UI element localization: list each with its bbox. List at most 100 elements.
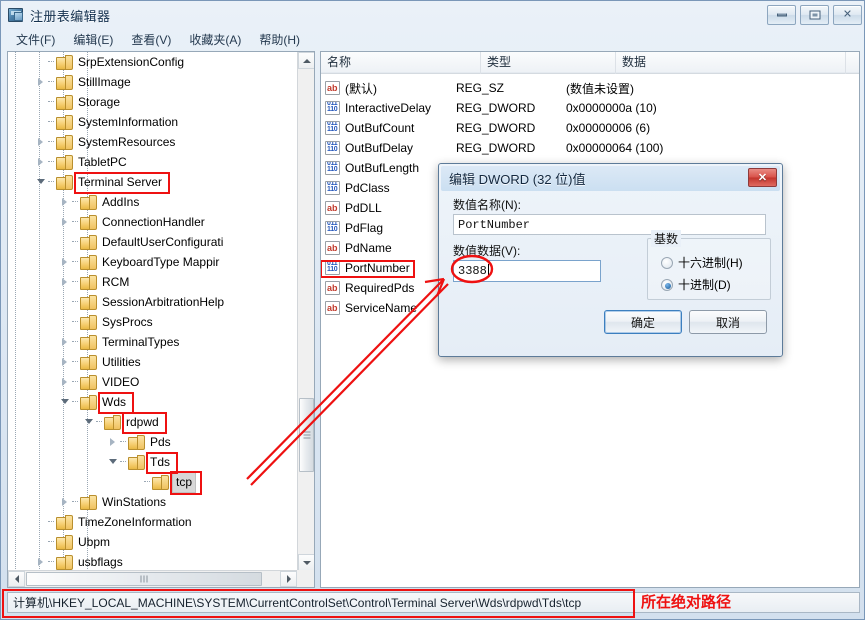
chevron-right-icon[interactable] — [34, 132, 48, 152]
tree-horizontal-scrollbar[interactable] — [8, 570, 297, 587]
registry-tree[interactable]: SrpExtensionConfig StillImage Storage Syste… — [8, 52, 297, 571]
tree-node-label: KeyboardType Mappir — [102, 255, 220, 269]
value-row[interactable]: InteractiveDelay REG_DWORD 0x0000000a (10) — [321, 98, 859, 118]
title-bar: 注册表编辑器 ✕ — [1, 1, 864, 29]
chevron-right-icon[interactable] — [34, 152, 48, 172]
folder-icon — [152, 475, 169, 490]
menu-favorites[interactable]: 收藏夹(A) — [180, 30, 250, 49]
menu-file[interactable]: 文件(F) — [7, 30, 64, 49]
chevron-right-icon[interactable] — [106, 432, 120, 452]
chevron-right-icon[interactable] — [58, 272, 72, 292]
tree-node-rcm[interactable]: RCM — [8, 272, 297, 292]
tree-node-terminaltypes[interactable]: TerminalTypes — [8, 332, 297, 352]
chevron-down-icon[interactable] — [58, 392, 72, 412]
minimize-button[interactable] — [767, 5, 796, 25]
chevron-right-icon[interactable] — [58, 332, 72, 352]
tree-node-pds[interactable]: Pds — [8, 432, 297, 452]
scroll-down-button[interactable] — [298, 554, 314, 571]
close-button[interactable]: ✕ — [833, 5, 862, 25]
folder-icon — [80, 375, 97, 390]
menu-edit[interactable]: 编辑(E) — [64, 30, 122, 49]
tree-node-tds[interactable]: Tds — [8, 452, 297, 472]
tree-node-sysprocs[interactable]: SysProcs — [8, 312, 297, 332]
chevron-right-icon[interactable] — [58, 252, 72, 272]
chevron-right-icon[interactable] — [58, 352, 72, 372]
folder-icon — [56, 555, 73, 570]
value-row[interactable]: (默认) REG_SZ (数值未设置) — [321, 78, 859, 98]
radio-hex-indicator — [661, 256, 673, 269]
tree-connector — [72, 392, 80, 412]
chevron-down-icon[interactable] — [106, 452, 120, 472]
status-bar: 计算机\HKEY_LOCAL_MACHINE\SYSTEM\CurrentCon… — [7, 592, 860, 613]
dialog-close-button[interactable]: ✕ — [748, 168, 777, 187]
tree-node-addins[interactable]: AddIns — [8, 192, 297, 212]
tree-node-usbflags[interactable]: usbflags — [8, 552, 297, 571]
tree-node-utilities[interactable]: Utilities — [8, 352, 297, 372]
chevron-right-icon[interactable] — [58, 492, 72, 512]
tree-node-terminal-server[interactable]: Terminal Server — [8, 172, 297, 192]
tree-node-defaultuserconfigurati[interactable]: DefaultUserConfigurati — [8, 232, 297, 252]
tree-node-srpextensionconfig[interactable]: SrpExtensionConfig — [8, 52, 297, 72]
radio-hexadecimal[interactable]: 十六进制(H) — [661, 254, 743, 271]
chevron-right-icon[interactable] — [58, 192, 72, 212]
tree-node-storage[interactable]: Storage — [8, 92, 297, 112]
tree-node-sessionarbitrationhelp[interactable]: SessionArbitrationHelp — [8, 292, 297, 312]
tree-connector — [72, 232, 80, 252]
radio-decimal-indicator — [661, 278, 673, 291]
tree-node-winstations[interactable]: WinStations — [8, 492, 297, 512]
column-header-name[interactable]: 名称 — [321, 52, 481, 74]
tree-node-rdpwd[interactable]: rdpwd — [8, 412, 297, 432]
chevron-right-icon[interactable] — [58, 372, 72, 392]
tree-node-video[interactable]: VIDEO — [8, 372, 297, 392]
tree-connector — [72, 272, 80, 292]
dword-value-icon — [325, 261, 340, 275]
tree-connector — [72, 212, 80, 232]
chevron-right-icon[interactable] — [34, 552, 48, 571]
column-header-data[interactable]: 数据 — [616, 52, 846, 74]
tree-node-stillimage[interactable]: StillImage — [8, 72, 297, 92]
tree-connector — [120, 452, 128, 472]
scroll-left-button[interactable] — [8, 571, 25, 587]
folder-icon — [80, 275, 97, 290]
scroll-right-button[interactable] — [280, 571, 297, 587]
value-data-field[interactable]: 3388 — [453, 260, 601, 282]
value-name: PdName — [345, 241, 392, 255]
scroll-up-button[interactable] — [298, 52, 314, 69]
tree-connector — [48, 92, 56, 112]
chevron-right-icon[interactable] — [58, 212, 72, 232]
tree-node-systeminformation[interactable]: SystemInformation — [8, 112, 297, 132]
dialog-title: 编辑 DWORD (32 位)值 — [449, 172, 586, 187]
tree-node-ubpm[interactable]: Ubpm — [8, 532, 297, 552]
menu-help[interactable]: 帮助(H) — [250, 30, 309, 49]
chevron-down-icon[interactable] — [82, 412, 96, 432]
menu-view[interactable]: 查看(V) — [122, 30, 180, 49]
tree-node-label: RCM — [102, 275, 130, 289]
chevron-down-icon[interactable] — [34, 172, 48, 192]
tree-node-wds[interactable]: Wds — [8, 392, 297, 412]
tree-node-timezoneinformation[interactable]: TimeZoneInformation — [8, 512, 297, 532]
folder-icon — [56, 95, 73, 110]
tree-node-systemresources[interactable]: SystemResources — [8, 132, 297, 152]
value-row[interactable]: OutBufDelay REG_DWORD 0x00000064 (100) — [321, 138, 859, 158]
maximize-button[interactable] — [800, 5, 829, 25]
tree-vscroll-thumb[interactable] — [299, 398, 314, 472]
ok-button[interactable]: 确定 — [604, 310, 682, 334]
column-header-type[interactable]: 类型 — [481, 52, 616, 74]
tree-hscroll-thumb[interactable] — [26, 572, 262, 586]
cancel-button[interactable]: 取消 — [689, 310, 767, 334]
tree-node-tcp[interactable]: tcp — [8, 471, 297, 493]
tree-node-keyboardtype-mappir[interactable]: KeyboardType Mappir — [8, 252, 297, 272]
folder-icon — [104, 415, 121, 430]
tree-node-label: usbflags — [78, 555, 123, 569]
tree-vertical-scrollbar[interactable] — [297, 52, 314, 571]
tree-node-tabletpc[interactable]: TabletPC — [8, 152, 297, 172]
folder-icon — [56, 135, 73, 150]
value-row[interactable]: OutBufCount REG_DWORD 0x00000006 (6) — [321, 118, 859, 138]
tree-node-connectionhandler[interactable]: ConnectionHandler — [8, 212, 297, 232]
chevron-right-icon[interactable] — [34, 72, 48, 92]
radio-decimal[interactable]: 十进制(D) — [661, 276, 731, 293]
folder-icon — [80, 395, 97, 410]
dword-value-icon — [325, 181, 340, 195]
value-name: PortNumber — [345, 261, 410, 275]
tree-connector — [48, 132, 56, 152]
